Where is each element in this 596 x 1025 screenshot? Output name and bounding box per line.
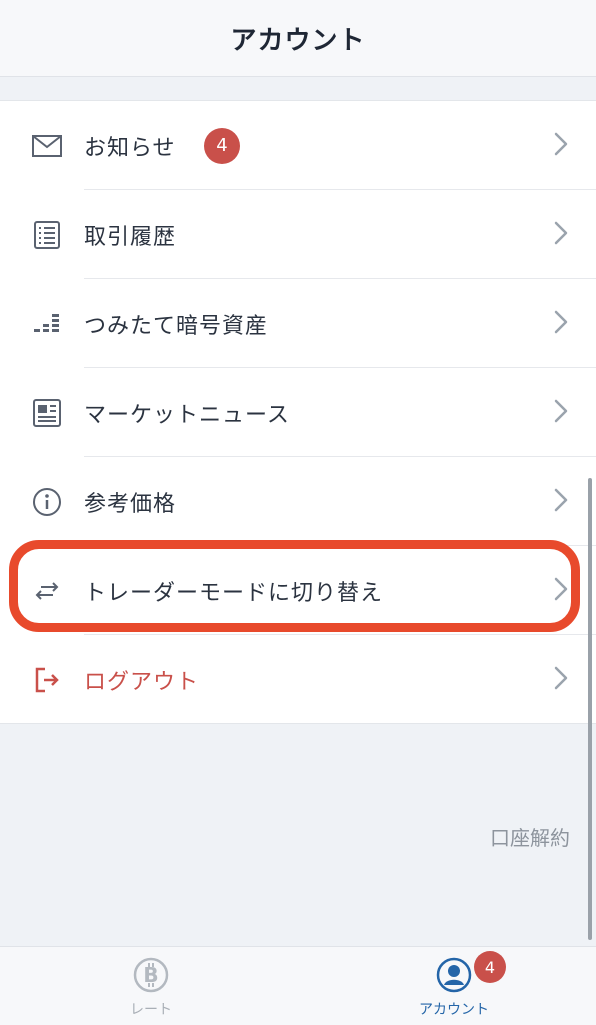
menu-item-reference-price[interactable]: 参考価格: [0, 457, 596, 546]
chevron-right-icon: [554, 399, 568, 427]
logout-icon: [32, 665, 62, 695]
notification-badge: 4: [474, 951, 506, 983]
menu-item-label: 参考価格: [84, 491, 177, 517]
tab-rate[interactable]: B レート: [71, 947, 231, 1025]
menu-item-label: マーケットニュース: [84, 402, 290, 428]
menu-item-market-news[interactable]: マーケットニュース: [0, 368, 596, 457]
mail-icon: [32, 131, 62, 161]
close-account-link[interactable]: 口座解約: [490, 822, 570, 851]
chevron-right-icon: [554, 666, 568, 694]
tab-bar: B レート 4 アカウント: [0, 946, 596, 1025]
menu-item-logout[interactable]: ログアウト: [0, 635, 596, 724]
info-icon: [32, 487, 62, 517]
menu-item-label: お知らせ: [84, 135, 176, 161]
news-icon: [32, 398, 62, 428]
menu-item-trade-history[interactable]: 取引履歴: [0, 190, 596, 279]
app-header: アカウント: [0, 0, 596, 77]
menu-item-label: つみたて暗号資産: [84, 313, 269, 339]
chevron-right-icon: [554, 310, 568, 338]
list-icon: [32, 220, 62, 250]
scrollbar[interactable]: [588, 478, 592, 940]
tab-label: レート: [130, 1002, 172, 1018]
menu-item-label: ログアウト: [84, 669, 200, 695]
bitcoin-icon: B: [133, 957, 169, 993]
user-icon: [436, 957, 472, 993]
svg-text:B: B: [143, 963, 158, 987]
chevron-right-icon: [554, 221, 568, 249]
menu-item-notifications[interactable]: お知らせ 4: [0, 101, 596, 190]
account-menu: お知らせ 4 取引履歴 つみたて暗号資産 マーケットニュース 参考価格 トレーダ…: [0, 100, 596, 724]
swap-icon: [32, 576, 62, 606]
chevron-right-icon: [554, 488, 568, 516]
tab-account[interactable]: 4 アカウント: [374, 947, 534, 1025]
accumulation-icon: [32, 309, 62, 339]
menu-item-trader-mode[interactable]: トレーダーモードに切り替え: [0, 546, 596, 635]
menu-item-label: トレーダーモードに切り替え: [84, 580, 384, 606]
chevron-right-icon: [554, 577, 568, 605]
page-title: アカウント: [230, 25, 366, 56]
menu-item-accumulation[interactable]: つみたて暗号資産: [0, 279, 596, 368]
tab-label: アカウント: [419, 1002, 489, 1018]
notification-badge: 4: [204, 127, 240, 164]
menu-item-label: 取引履歴: [84, 224, 177, 250]
chevron-right-icon: [554, 132, 568, 160]
